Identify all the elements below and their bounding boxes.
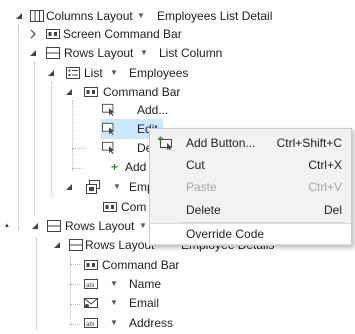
chevron-down-icon[interactable]: ▼ xyxy=(113,177,121,197)
command-bar-icon xyxy=(84,260,98,270)
collapse-arrow-icon[interactable] xyxy=(46,68,56,78)
chevron-down-icon[interactable]: ▼ xyxy=(110,274,118,294)
menu-item-label: Cut xyxy=(186,158,205,172)
svg-text:abl: abl xyxy=(86,322,94,328)
command-bar-icon xyxy=(103,202,117,212)
svg-text:abl: abl xyxy=(86,283,94,289)
chevron-down-icon[interactable]: ▼ xyxy=(110,313,118,333)
tree-node-label: Add xyxy=(125,160,147,174)
tree-node-label: List xyxy=(84,66,103,80)
text-field-icon: abl xyxy=(84,279,98,289)
menu-item-shortcut: Ctrl+Shift+C xyxy=(276,136,342,150)
button-cursor-icon xyxy=(102,141,115,155)
list-icon xyxy=(66,67,80,79)
rows-layout-icon xyxy=(46,47,60,59)
menu-item-cut[interactable]: Cut Ctrl+X xyxy=(150,154,351,176)
tree-node-label: Email xyxy=(129,296,160,310)
tree-node-label: Rows Layout xyxy=(64,46,134,60)
tree-node-label: Command Bar xyxy=(102,258,180,272)
tree-node-label: Rows Layout xyxy=(85,238,155,252)
expand-arrow-icon[interactable] xyxy=(28,29,38,39)
menu-item-paste: Paste Ctrl+V xyxy=(150,176,351,198)
menu-item-label: Override Code xyxy=(186,227,265,241)
menu-item-add-button[interactable]: Add Button... Ctrl+Shift+C xyxy=(150,132,351,154)
tree-node-label: Command Bar xyxy=(103,85,181,99)
tree-node-details-command-bar[interactable]: Command Bar xyxy=(0,255,355,275)
text-field-icon: abl xyxy=(84,318,98,328)
plus-icon: + xyxy=(111,160,119,174)
tree-node-value: List Column xyxy=(159,46,223,60)
menu-item-override-code[interactable]: Override Code xyxy=(150,223,351,245)
tree-node-label: Columns Layout xyxy=(46,9,133,23)
menu-item-shortcut: Ctrl+V xyxy=(308,180,342,194)
button-cursor-icon xyxy=(102,122,115,136)
tree-node-list[interactable]: List ▼ Employees xyxy=(0,63,355,83)
chevron-down-icon[interactable]: ▼ xyxy=(110,293,118,313)
command-bar-icon xyxy=(84,87,98,97)
collapse-arrow-icon[interactable] xyxy=(52,240,62,250)
menu-item-label: Paste xyxy=(186,180,217,194)
tree-node-name-field[interactable]: abl ▼ Name xyxy=(0,274,355,294)
collapse-arrow-icon[interactable] xyxy=(64,182,74,192)
tree-node-rows-layout-bottom[interactable]: Rows Layout ▼ xyxy=(0,216,150,236)
menu-item-label: Add Button... xyxy=(186,136,256,150)
collapse-arrow-icon[interactable] xyxy=(14,11,24,21)
collapse-arrow-icon[interactable] xyxy=(30,221,40,231)
tree-node-label: Add... xyxy=(137,103,169,117)
tree-node-rows-layout[interactable]: Rows Layout ▼ List Column xyxy=(0,43,355,63)
tree-node-label: Screen Command Bar xyxy=(63,27,182,41)
tree-node-value: Employees xyxy=(129,66,189,80)
tree-node-summary[interactable]: ▼ Emp xyxy=(0,177,154,197)
rows-layout-icon xyxy=(69,239,83,251)
tree-node-email-field[interactable]: ▼ Email xyxy=(0,293,355,313)
tree-node-label: Address xyxy=(129,316,174,330)
resize-marker-icon: ▲ xyxy=(4,223,10,229)
button-cursor-icon xyxy=(102,103,115,117)
chevron-down-icon[interactable]: ▼ xyxy=(139,216,147,236)
tree-node-summary-command-bar[interactable]: Com xyxy=(0,197,150,217)
chevron-down-icon[interactable]: ▼ xyxy=(140,43,148,63)
chevron-down-icon[interactable]: ▼ xyxy=(137,6,145,26)
collapse-arrow-icon[interactable] xyxy=(64,87,74,97)
context-menu: Add Button... Ctrl+Shift+C Cut Ctrl+X Pa… xyxy=(149,128,352,246)
add-button-icon xyxy=(158,136,172,150)
tree-node-screen-command-bar[interactable]: Screen Command Bar xyxy=(0,24,355,44)
columns-layout-icon xyxy=(30,10,44,22)
menu-item-delete[interactable]: Delete Del xyxy=(150,199,351,221)
tree-node-value: Employees List Detail xyxy=(157,9,273,23)
collapse-arrow-icon[interactable] xyxy=(28,48,38,58)
tree-node-add-button-item[interactable]: Add... xyxy=(0,100,355,120)
chevron-down-icon[interactable]: ▼ xyxy=(110,63,118,83)
tree-node-address-field[interactable]: abl ▼ Address xyxy=(0,313,355,333)
tree-node-label: Com xyxy=(121,200,147,214)
menu-item-shortcut: Ctrl+X xyxy=(308,158,342,172)
command-bar-icon xyxy=(46,29,60,39)
menu-item-shortcut: Del xyxy=(323,203,342,217)
tree-node-columns-layout[interactable]: Columns Layout ▼ Employees List Detail xyxy=(0,6,355,26)
rows-layout-icon xyxy=(47,220,61,232)
tree-node-list-command-bar[interactable]: Command Bar xyxy=(0,82,355,102)
tree-node-label: Name xyxy=(129,277,162,291)
tree-node-label: Rows Layout xyxy=(65,219,135,233)
menu-item-label: Delete xyxy=(186,203,221,217)
email-field-icon xyxy=(84,298,98,308)
summary-icon xyxy=(86,180,100,194)
